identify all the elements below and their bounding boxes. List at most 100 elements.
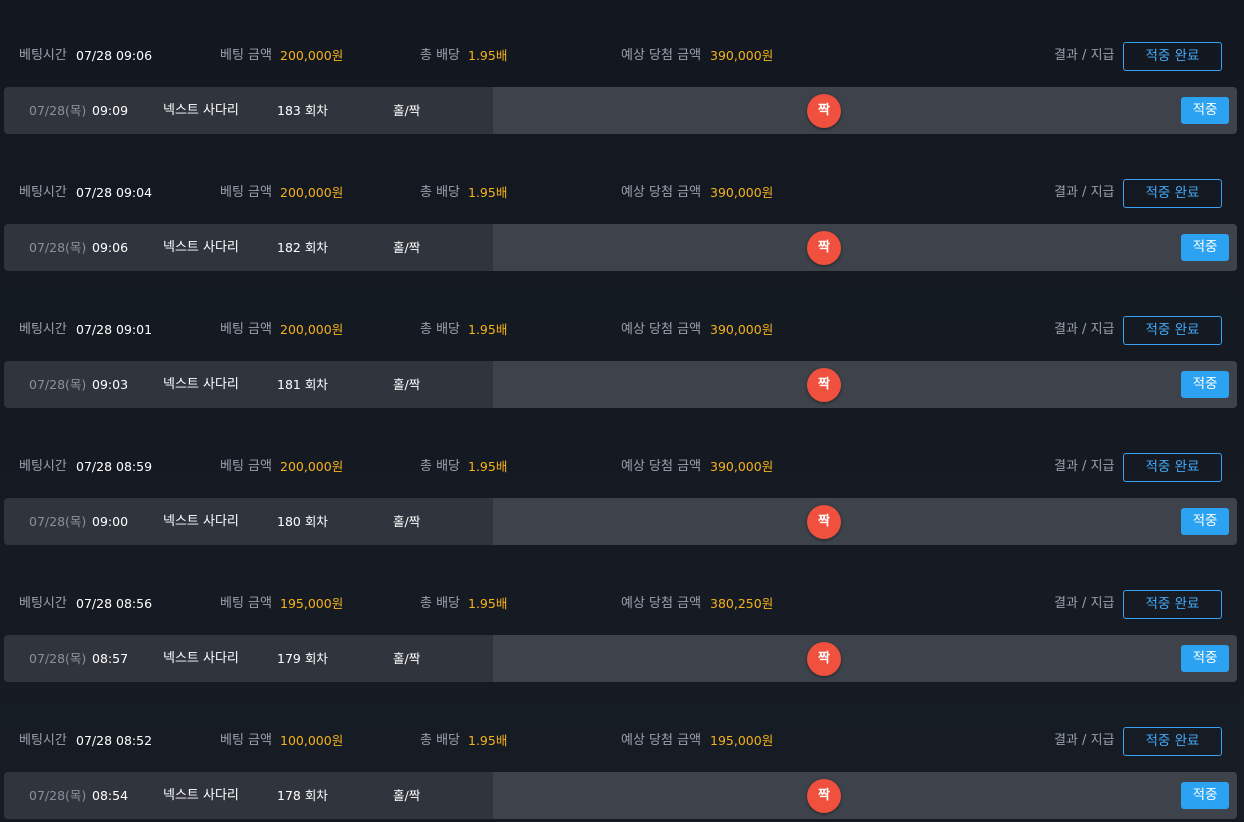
game-name: 넥스트 사다리 bbox=[163, 103, 239, 118]
bet-entry: 베팅시간 07/28 09:06 베팅 금액 200,000원 총 배당 1.9… bbox=[0, 0, 1244, 137]
total-odds-value: 1.95배 bbox=[468, 48, 508, 63]
result-payout-label: 결과 / 지급 bbox=[1054, 733, 1115, 748]
total-odds-label: 총 배당 bbox=[420, 733, 461, 748]
bet-time-value: 07/28 08:56 bbox=[76, 596, 153, 611]
bet-summary: 베팅시간 07/28 08:56 베팅 금액 195,000원 총 배당 1.9… bbox=[0, 548, 1244, 635]
game-name: 넥스트 사다리 bbox=[163, 514, 239, 529]
bet-detail-row: 07/28(목) 09:00 넥스트 사다리 180 회차 홀/짝 짝 적중 bbox=[4, 498, 1237, 545]
result-payout-label: 결과 / 지급 bbox=[1054, 459, 1115, 474]
result-panel bbox=[493, 87, 1237, 134]
game-date: 07/28(목) bbox=[29, 377, 87, 392]
bet-amount-value: 200,000원 bbox=[280, 48, 344, 63]
result-payout-label: 결과 / 지급 bbox=[1054, 322, 1115, 337]
bet-amount-value: 200,000원 bbox=[280, 185, 344, 200]
total-odds-value: 1.95배 bbox=[468, 322, 508, 337]
total-odds-label: 총 배당 bbox=[420, 322, 461, 337]
bet-amount-label: 베팅 금액 bbox=[220, 733, 272, 748]
expected-win-label: 예상 당첨 금액 bbox=[621, 48, 702, 63]
total-odds-label: 총 배당 bbox=[420, 185, 461, 200]
expected-win-value: 390,000원 bbox=[710, 322, 774, 337]
pick-ball-icon: 짝 bbox=[807, 505, 841, 539]
total-odds-value: 1.95배 bbox=[468, 733, 508, 748]
market-type: 홀/짝 bbox=[393, 240, 421, 255]
game-name: 넥스트 사다리 bbox=[163, 651, 239, 666]
expected-win-value: 390,000원 bbox=[710, 185, 774, 200]
bet-summary: 베팅시간 07/28 08:52 베팅 금액 100,000원 총 배당 1.9… bbox=[0, 685, 1244, 772]
bet-time-value: 07/28 08:59 bbox=[76, 459, 153, 474]
expected-win-value: 390,000원 bbox=[710, 459, 774, 474]
market-type: 홀/짝 bbox=[393, 788, 421, 803]
game-time: 09:00 bbox=[92, 514, 129, 529]
result-status-button[interactable]: 적중 완료 bbox=[1123, 179, 1222, 208]
game-date: 07/28(목) bbox=[29, 514, 87, 529]
game-round: 179 회차 bbox=[277, 651, 328, 666]
bet-time-value: 07/28 08:52 bbox=[76, 733, 153, 748]
result-panel bbox=[493, 772, 1237, 819]
pick-ball-icon: 짝 bbox=[807, 231, 841, 265]
market-type: 홀/짝 bbox=[393, 103, 421, 118]
bet-amount-value: 200,000원 bbox=[280, 459, 344, 474]
game-date: 07/28(목) bbox=[29, 103, 87, 118]
bet-detail-row: 07/28(목) 08:57 넥스트 사다리 179 회차 홀/짝 짝 적중 bbox=[4, 635, 1237, 682]
expected-win-label: 예상 당첨 금액 bbox=[621, 733, 702, 748]
bet-time-value: 07/28 09:01 bbox=[76, 322, 153, 337]
total-odds-value: 1.95배 bbox=[468, 596, 508, 611]
result-payout-label: 결과 / 지급 bbox=[1054, 596, 1115, 611]
bet-amount-label: 베팅 금액 bbox=[220, 596, 272, 611]
bet-amount-value: 195,000원 bbox=[280, 596, 344, 611]
result-status-button[interactable]: 적중 완료 bbox=[1123, 316, 1222, 345]
bet-time-label: 베팅시간 bbox=[19, 596, 67, 611]
game-date: 07/28(목) bbox=[29, 651, 87, 666]
game-round: 183 회차 bbox=[277, 103, 328, 118]
result-payout-label: 결과 / 지급 bbox=[1054, 185, 1115, 200]
expected-win-label: 예상 당첨 금액 bbox=[621, 322, 702, 337]
result-status-button[interactable]: 적중 완료 bbox=[1123, 727, 1222, 756]
hit-badge: 적중 bbox=[1181, 97, 1229, 124]
game-time: 09:03 bbox=[92, 377, 129, 392]
bet-detail-row: 07/28(목) 09:03 넥스트 사다리 181 회차 홀/짝 짝 적중 bbox=[4, 361, 1237, 408]
hit-badge: 적중 bbox=[1181, 371, 1229, 398]
game-name: 넥스트 사다리 bbox=[163, 377, 239, 392]
game-round: 180 회차 bbox=[277, 514, 328, 529]
hit-badge: 적중 bbox=[1181, 645, 1229, 672]
bet-amount-label: 베팅 금액 bbox=[220, 185, 272, 200]
game-date: 07/28(목) bbox=[29, 788, 87, 803]
bet-summary: 베팅시간 07/28 09:06 베팅 금액 200,000원 총 배당 1.9… bbox=[0, 0, 1244, 87]
market-type: 홀/짝 bbox=[393, 514, 421, 529]
game-time: 08:57 bbox=[92, 651, 129, 666]
bet-time-label: 베팅시간 bbox=[19, 48, 67, 63]
result-status-button[interactable]: 적중 완료 bbox=[1123, 42, 1222, 71]
result-status-button[interactable]: 적중 완료 bbox=[1123, 590, 1222, 619]
result-status-button[interactable]: 적중 완료 bbox=[1123, 453, 1222, 482]
bet-amount-value: 200,000원 bbox=[280, 322, 344, 337]
hit-badge: 적중 bbox=[1181, 508, 1229, 535]
expected-win-label: 예상 당첨 금액 bbox=[621, 185, 702, 200]
result-payout-label: 결과 / 지급 bbox=[1054, 48, 1115, 63]
bet-time-label: 베팅시간 bbox=[19, 459, 67, 474]
bet-entry: 베팅시간 07/28 09:01 베팅 금액 200,000원 총 배당 1.9… bbox=[0, 274, 1244, 411]
total-odds-value: 1.95배 bbox=[468, 185, 508, 200]
bet-detail-row: 07/28(목) 09:09 넥스트 사다리 183 회차 홀/짝 짝 적중 bbox=[4, 87, 1237, 134]
bet-time-label: 베팅시간 bbox=[19, 733, 67, 748]
result-panel bbox=[493, 498, 1237, 545]
bet-detail-row: 07/28(목) 09:06 넥스트 사다리 182 회차 홀/짝 짝 적중 bbox=[4, 224, 1237, 271]
game-time: 09:09 bbox=[92, 103, 129, 118]
result-panel bbox=[493, 361, 1237, 408]
bet-summary: 베팅시간 07/28 09:04 베팅 금액 200,000원 총 배당 1.9… bbox=[0, 137, 1244, 224]
game-time: 09:06 bbox=[92, 240, 129, 255]
market-type: 홀/짝 bbox=[393, 651, 421, 666]
game-date: 07/28(목) bbox=[29, 240, 87, 255]
game-round: 181 회차 bbox=[277, 377, 328, 392]
bet-time-label: 베팅시간 bbox=[19, 185, 67, 200]
hit-badge: 적중 bbox=[1181, 782, 1229, 809]
bet-entry: 베팅시간 07/28 09:04 베팅 금액 200,000원 총 배당 1.9… bbox=[0, 137, 1244, 274]
bet-time-value: 07/28 09:04 bbox=[76, 185, 153, 200]
bet-summary: 베팅시간 07/28 08:59 베팅 금액 200,000원 총 배당 1.9… bbox=[0, 411, 1244, 498]
result-panel bbox=[493, 635, 1237, 682]
hit-badge: 적중 bbox=[1181, 234, 1229, 261]
expected-win-value: 380,250원 bbox=[710, 596, 774, 611]
total-odds-label: 총 배당 bbox=[420, 48, 461, 63]
pick-ball-icon: 짝 bbox=[807, 368, 841, 402]
expected-win-label: 예상 당첨 금액 bbox=[621, 459, 702, 474]
pick-ball-icon: 짝 bbox=[807, 642, 841, 676]
